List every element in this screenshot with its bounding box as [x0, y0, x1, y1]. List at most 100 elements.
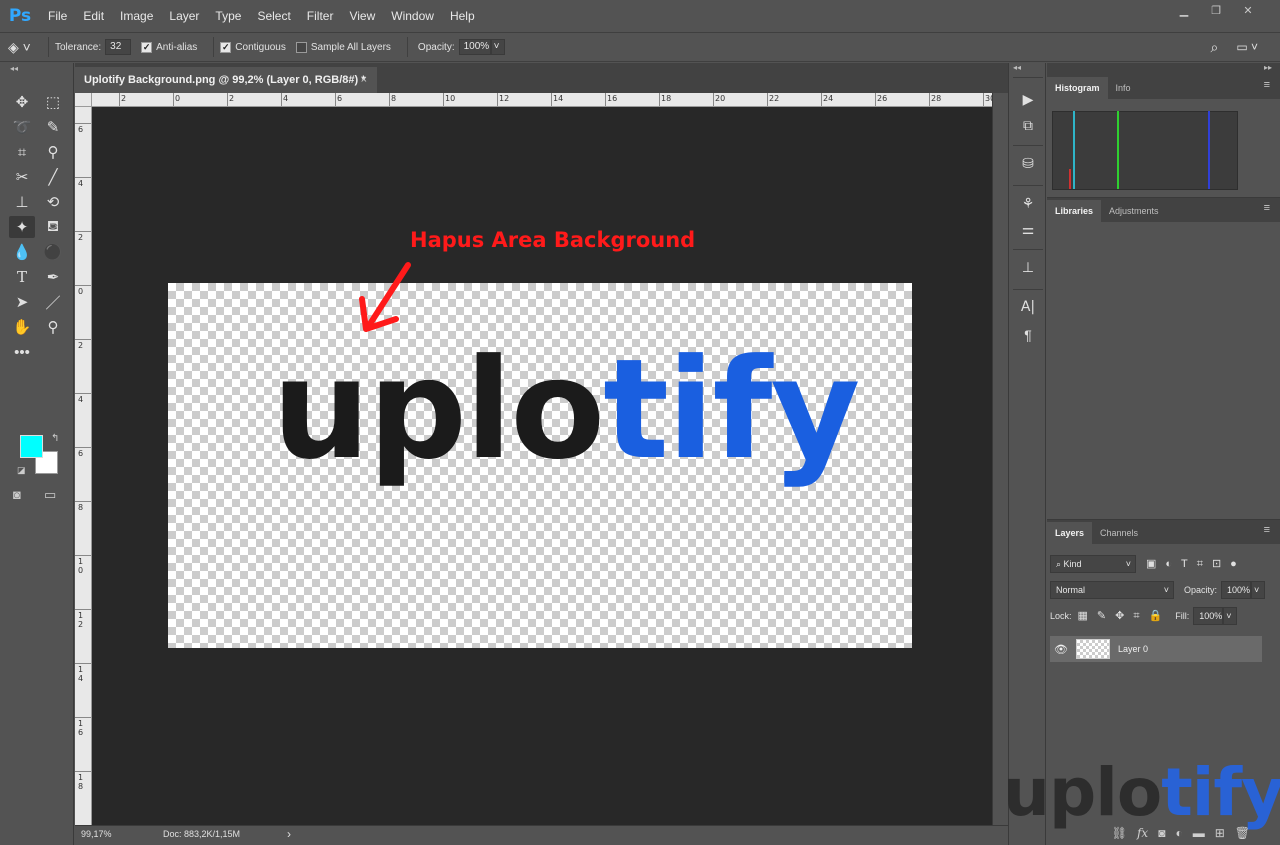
layer-kind-filter[interactable]: ⌕ Kind ˅	[1050, 555, 1136, 573]
tab-libraries[interactable]: Libraries	[1047, 200, 1102, 222]
brush-panel-icon[interactable]: ⚘	[1018, 193, 1038, 213]
pen-icon[interactable]: ✒	[40, 266, 66, 288]
ruler-label: 22	[769, 94, 780, 103]
panel-menu-icon[interactable]: ≡	[1264, 524, 1270, 536]
collapse-icon[interactable]: ◂◂	[0, 63, 73, 75]
collapse-icon[interactable]: ◂◂	[1013, 63, 1021, 72]
tab-histogram[interactable]: Histogram	[1047, 77, 1108, 99]
status-menu-arrow[interactable]: ›	[287, 827, 291, 841]
vertical-scrollbar[interactable]	[992, 93, 1008, 825]
vertical-ruler[interactable]: 6 4 2 0 2 4 6 8 10 12 14 16 18	[75, 107, 92, 825]
path-select-icon[interactable]: ➤	[9, 291, 35, 313]
menu-select[interactable]: Select	[249, 0, 298, 32]
panel-collapse-bar[interactable]: ▸▸	[1047, 63, 1280, 75]
dodge-icon[interactable]: ⚫	[40, 241, 66, 263]
close-window-icon[interactable]: ✕	[1232, 0, 1264, 20]
layer-name[interactable]: Layer 0	[1118, 644, 1148, 654]
tab-info[interactable]: Info	[1108, 77, 1139, 99]
panel-menu-icon[interactable]: ≡	[1264, 79, 1270, 91]
paragraph-icon[interactable]: ¶	[1018, 325, 1038, 345]
zoom-level[interactable]: 99,17%	[81, 829, 112, 839]
lock-icons[interactable]: ▦✎✥⌗🔒	[1078, 609, 1172, 623]
document-tab[interactable]: Uplotify Background.png @ 99,2% (Layer 0…	[75, 67, 377, 93]
history-icon[interactable]: ⧉	[1018, 115, 1038, 135]
stamp-icon[interactable]: ⊥	[9, 191, 35, 213]
filter-icons[interactable]: ▣◐T⌗⊡●	[1146, 557, 1246, 571]
zoom-icon[interactable]: ⚲	[40, 316, 66, 338]
lasso-icon[interactable]: ➰	[9, 116, 35, 138]
tool-preset-icon[interactable]: ◈ ˅	[8, 39, 42, 56]
separator	[213, 37, 215, 57]
opacity-dropdown-icon[interactable]: ˅	[490, 39, 505, 55]
tab-adjustments[interactable]: Adjustments	[1101, 200, 1167, 222]
eyedropper-icon[interactable]: ⚲	[40, 141, 66, 163]
sample-all-layers-checkbox[interactable]: Sample All Layers	[295, 41, 391, 53]
character-icon[interactable]: A|	[1018, 297, 1038, 317]
ruler-corner[interactable]	[75, 93, 92, 107]
screen-mode-icon[interactable]: ▭	[44, 487, 56, 503]
ruler-label: 28	[931, 94, 942, 103]
default-colors-icon[interactable]: ◪	[17, 465, 26, 476]
fill-input[interactable]: 100%	[1193, 607, 1224, 625]
paint-bucket-icon[interactable]: ⛾	[40, 216, 66, 238]
close-tab-icon[interactable]: ×	[361, 67, 367, 93]
layer-opacity-input[interactable]: 100%	[1221, 581, 1252, 599]
history-brush-icon[interactable]: ⟲	[40, 191, 66, 213]
tolerance-input[interactable]: 32	[105, 39, 132, 55]
menu-filter[interactable]: Filter	[299, 0, 342, 32]
foreground-color-swatch[interactable]	[20, 435, 43, 458]
brush-settings-icon[interactable]: ⚌	[1018, 219, 1038, 239]
blur-icon[interactable]: 💧	[9, 241, 35, 263]
ruler-label: 2	[78, 341, 84, 350]
marquee-icon[interactable]: ⬚	[40, 91, 66, 113]
more-tools-icon[interactable]: •••	[9, 341, 35, 363]
menu-view[interactable]: View	[341, 0, 383, 32]
tab-layers[interactable]: Layers	[1047, 522, 1093, 544]
clone-source-icon[interactable]: ⊥	[1018, 257, 1038, 277]
ruler-label: 10	[445, 94, 456, 103]
opacity-input[interactable]: 100%	[458, 39, 491, 55]
menu-layer[interactable]: Layer	[161, 0, 207, 32]
document-canvas[interactable]: uplotify	[168, 283, 912, 648]
fill-dropdown-icon[interactable]: ˅	[1223, 607, 1238, 625]
ruler-label: 4	[283, 94, 289, 103]
menu-file[interactable]: File	[40, 0, 75, 32]
play-actions-icon[interactable]: ▶	[1018, 89, 1038, 109]
minimize-icon[interactable]: ▁	[1168, 0, 1200, 20]
properties-icon[interactable]: ⛁	[1018, 153, 1038, 173]
layer-item[interactable]: 👁 Layer 0	[1050, 636, 1262, 662]
search-icon[interactable]: ⌕	[1210, 39, 1218, 56]
anti-alias-label: Anti-alias	[156, 41, 198, 53]
hand-icon[interactable]: ✋	[9, 316, 35, 338]
quick-select-icon[interactable]: ✎	[40, 116, 66, 138]
quick-mask-icon[interactable]: ◙	[13, 487, 21, 502]
ruler-label: 8	[78, 503, 84, 512]
canvas-workspace[interactable]: uplotify	[92, 107, 992, 825]
horizontal-ruler[interactable]: 2024681012141618202224262830	[92, 93, 992, 107]
eye-icon[interactable]: 👁	[1050, 643, 1072, 656]
tab-channels[interactable]: Channels	[1092, 522, 1146, 544]
panel-menu-icon[interactable]: ≡	[1264, 202, 1270, 214]
blend-mode-dropdown[interactable]: Normal ˅	[1050, 581, 1174, 599]
maximize-icon[interactable]: ❐	[1200, 0, 1232, 20]
brush-icon[interactable]: ╱	[40, 166, 66, 188]
swap-colors-icon[interactable]: ↰	[51, 433, 59, 444]
line-icon[interactable]: ／	[40, 291, 66, 313]
workspace-icon[interactable]: ▭ ˅	[1236, 40, 1258, 54]
menu-image[interactable]: Image	[112, 0, 161, 32]
ruler-label: 0	[175, 94, 181, 103]
anti-alias-checkbox[interactable]: ✓ Anti-alias	[141, 41, 198, 53]
menu-edit[interactable]: Edit	[75, 0, 112, 32]
crop-icon[interactable]: ⌗	[9, 141, 35, 163]
healing-icon[interactable]: ✂	[9, 166, 35, 188]
histogram-tabs: Histogram Info ≡	[1047, 75, 1280, 99]
opacity-dropdown-icon[interactable]: ˅	[1251, 581, 1266, 599]
menu-type[interactable]: Type	[207, 0, 249, 32]
move-icon[interactable]: ✥	[9, 91, 35, 113]
menu-help[interactable]: Help	[442, 0, 483, 32]
type-icon[interactable]: T	[9, 266, 35, 288]
menu-window[interactable]: Window	[383, 0, 442, 32]
magic-eraser-icon[interactable]: ✦	[9, 216, 35, 238]
ruler-tick	[767, 93, 768, 106]
contiguous-checkbox[interactable]: ✓ Contiguous	[220, 41, 286, 53]
